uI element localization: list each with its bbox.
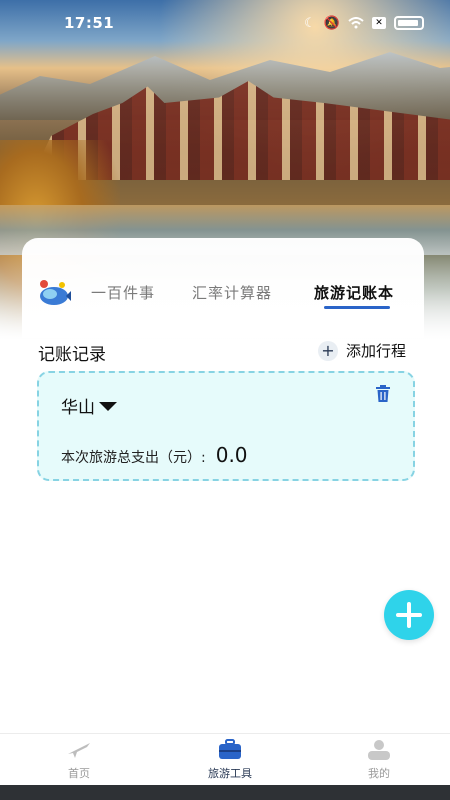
plane-icon xyxy=(68,743,90,758)
tool-tabs-card: 一百件事 汇率计算器 旅游记账本 xyxy=(22,238,424,338)
tab-travel-ledger[interactable]: 旅游记账本 xyxy=(314,282,394,303)
wifi-icon xyxy=(348,17,364,29)
trash-icon[interactable] xyxy=(375,385,391,403)
plus-icon: + xyxy=(318,340,338,361)
expense-label: 本次旅游总支出（元）: xyxy=(61,450,206,466)
nav-home-label: 首页 xyxy=(68,767,90,780)
section-title: 记账记录 xyxy=(38,345,106,365)
trip-name: 华山 xyxy=(61,398,95,418)
status-time: 17:51 xyxy=(64,14,115,32)
status-icons: ☾ 🔕 ✕ xyxy=(304,16,424,31)
bottom-nav: 首页 旅游工具 我的 xyxy=(0,733,450,785)
expense-value: 0.0 xyxy=(215,443,248,467)
active-tab-indicator xyxy=(324,306,390,309)
battery-icon xyxy=(394,16,424,30)
nav-home[interactable]: 首页 xyxy=(4,734,154,786)
sim-off-icon: ✕ xyxy=(372,17,386,29)
add-record-fab[interactable] xyxy=(384,590,434,640)
nav-travel-tools[interactable]: 旅游工具 xyxy=(155,734,305,786)
nav-mine[interactable]: 我的 xyxy=(304,734,450,786)
system-home-bar xyxy=(0,785,450,800)
status-bar: 17:51 ☾ 🔕 ✕ xyxy=(0,0,450,46)
caret-down-icon xyxy=(99,402,117,411)
trip-record-card[interactable]: 华山 本次旅游总支出（元）: 0.0 xyxy=(37,371,415,481)
add-trip-button[interactable]: + 添加行程 xyxy=(318,340,406,361)
nav-travel-tools-label: 旅游工具 xyxy=(208,767,252,780)
add-trip-label: 添加行程 xyxy=(346,342,407,360)
suitcase-icon xyxy=(219,739,241,759)
trip-name-dropdown[interactable]: 华山 xyxy=(61,393,117,418)
tab-exchange-calculator[interactable]: 汇率计算器 xyxy=(192,282,272,303)
moon-icon: ☾ xyxy=(304,15,316,31)
nav-mine-label: 我的 xyxy=(368,767,390,780)
expense-row: 本次旅游总支出（元）: 0.0 xyxy=(61,443,248,467)
tab-hundred-things[interactable]: 一百件事 xyxy=(91,282,155,303)
app-logo-icon xyxy=(40,280,71,305)
mute-bell-icon: 🔕 xyxy=(323,15,340,31)
profile-icon xyxy=(368,740,390,760)
